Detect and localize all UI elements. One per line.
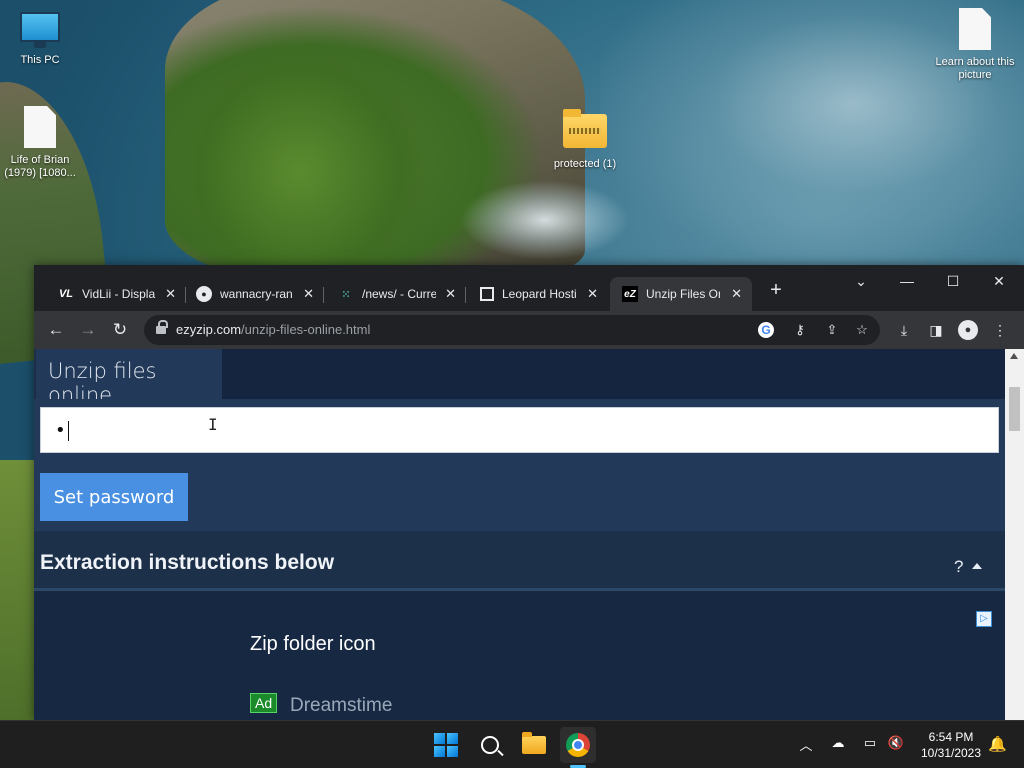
text-caret [67,421,69,441]
close-icon[interactable]: ✕ [303,286,314,302]
start-button[interactable] [428,727,464,763]
close-icon[interactable]: ✕ [165,286,176,302]
search-button[interactable] [472,727,508,763]
side-panel-icon[interactable]: ◨ [926,320,946,340]
clock-date: 10/31/2023 [920,746,982,760]
url-path: /unzip-files-online.html [241,322,371,337]
browser-window: VL VidLii - Displa ✕ ● wannacry-ran ✕ ⁙ … [34,265,1024,720]
tab-title: Leopard Hosti [502,287,576,301]
volume-muted-icon[interactable]: 🔇 [886,735,906,751]
password-value: • [55,420,66,441]
menu-kebab-icon[interactable]: ⋮ [990,320,1010,340]
search-icon [481,736,499,754]
ad-heading[interactable]: Zip folder icon [250,633,376,656]
unzip-section-tab[interactable]: Unzip files online [36,349,222,407]
maximize-button[interactable]: ☐ [930,267,976,297]
tab-title: VidLii - Displa [82,287,156,301]
ad-badge: Ad [250,693,278,713]
minimize-button[interactable]: — [884,267,930,297]
tab-title: Unzip Files Or [646,287,720,301]
lock-icon [156,320,168,335]
desktop-icon-label: This PC [20,54,60,66]
file-explorer-button[interactable] [516,727,552,763]
tab-search-chevron-icon[interactable]: ⌄ [838,267,884,297]
clock[interactable]: 6:54 PM 10/31/2023 [916,729,986,761]
tab-strip: VL VidLii - Displa ✕ ● wannacry-ran ✕ ⁙ … [34,265,1024,311]
reload-icon[interactable]: ↻ [108,318,132,342]
folder-icon [522,732,546,754]
news-icon: ⁙ [341,288,351,301]
adchoices-icon[interactable]: ▷ [976,611,992,627]
tab-news[interactable]: ⁙ /news/ - Curre ✕ [324,277,466,311]
clock-time: 6:54 PM [928,730,974,744]
bookmark-star-icon[interactable]: ☆ [852,320,872,340]
document-icon [959,8,991,50]
url-text[interactable]: ezyzip.com/unzip-files-online.html [176,322,370,337]
chrome-taskbar-button[interactable] [560,727,596,763]
page-content: Unzip files online • Set password Extrac… [34,349,1005,720]
tab-title: wannacry-ran [220,287,293,301]
wallpaper-vegetation [170,40,430,280]
desktop-icon-life-of-brian[interactable]: Life of Brian (1979) [1080... [0,106,80,180]
vidlii-icon: VL [58,288,74,300]
browser-toolbar: ← → ↻ ezyzip.com/unzip-files-online.html… [34,311,1024,349]
taskbar: ︿ ☁ ▭ 🔇 6:54 PM 10/31/2023 🔔 [0,720,1024,768]
close-icon[interactable]: ✕ [587,286,598,302]
tab-ezyzip[interactable]: eZ Unzip Files Or ✕ [610,277,752,311]
page-scrollbar[interactable] [1005,349,1024,720]
back-arrow-icon[interactable]: ← [44,318,68,342]
forward-arrow-icon[interactable]: → [76,318,100,342]
collapse-caret-icon[interactable] [972,563,982,569]
download-icon[interactable]: ⤓ [894,320,914,340]
github-icon: ● [196,286,212,302]
new-tab-button[interactable]: + [764,279,788,303]
desktop-icon-learn-picture[interactable]: Learn about this picture [935,8,1015,82]
text-cursor-icon: I [208,415,218,434]
google-lens-icon[interactable]: G [758,322,774,338]
set-password-button[interactable]: Set password [40,473,188,521]
network-icon[interactable]: ▭ [860,735,880,751]
advertisement[interactable]: ▷ Zip folder icon Ad Dreamstime [34,591,1005,720]
zip-folder-icon [563,109,607,148]
onedrive-icon[interactable]: ☁ [828,735,848,751]
desktop-icon-label: Life of Brian (1979) [1080... [4,154,76,179]
scroll-thumb[interactable] [1009,387,1020,431]
monitor-icon [20,12,60,48]
tab-leopard[interactable]: Leopard Hosti ✕ [466,277,608,311]
windows-logo-icon [434,733,458,757]
password-input[interactable]: • [40,407,999,453]
wallpaper-foam [460,180,630,260]
close-window-button[interactable]: ✕ [976,267,1022,297]
tab-vidlii[interactable]: VL VidLii - Displa ✕ [44,277,186,311]
document-icon [24,106,56,148]
desktop-icon-label: protected (1) [553,158,617,170]
tab-wannacry[interactable]: ● wannacry-ran ✕ [182,277,324,311]
section-tab-strip [222,349,1005,399]
url-domain: ezyzip.com [176,322,242,337]
address-bar[interactable]: ezyzip.com/unzip-files-online.html G ⚷ ⇪… [144,315,880,345]
share-icon[interactable]: ⇪ [822,320,842,340]
ad-advertiser[interactable]: Dreamstime [290,695,392,717]
chrome-icon [566,733,590,757]
desktop-icon-label: Learn about this picture [935,56,1015,81]
ezyzip-icon: eZ [622,286,638,302]
close-icon[interactable]: ✕ [445,286,456,302]
show-hidden-icons-chevron-icon[interactable]: ︿ [796,735,816,754]
desktop-icon-protected-zip[interactable]: protected (1) [545,109,625,171]
notification-bell-icon[interactable]: 🔔 [988,735,1007,753]
help-icon[interactable]: ? [954,557,963,577]
leopard-icon [480,287,494,301]
instructions-header[interactable]: Extraction instructions below ? [34,531,1005,591]
desktop-icon-this-pc[interactable]: This PC [0,12,80,67]
close-icon[interactable]: ✕ [731,286,742,302]
tab-title: /news/ - Curre [362,287,436,301]
key-icon[interactable]: ⚷ [790,320,810,340]
instructions-title: Extraction instructions below [40,551,335,574]
scroll-up-arrow-icon[interactable] [1010,353,1018,359]
password-panel: • Set password [34,399,1005,531]
profile-avatar-icon[interactable]: ● [958,320,978,340]
